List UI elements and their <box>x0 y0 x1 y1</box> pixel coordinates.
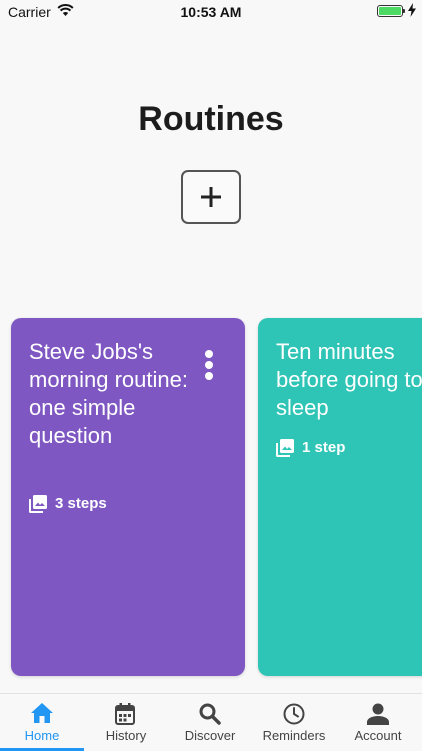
routine-card[interactable]: Ten minutes before going to sleep 1 step <box>258 318 422 676</box>
tab-bar: Home History Discover Reminders Account <box>0 693 422 751</box>
calendar-icon <box>115 703 135 725</box>
add-routine-button[interactable] <box>181 170 241 224</box>
status-time: 10:53 AM <box>180 4 242 20</box>
more-options-icon[interactable] <box>201 350 217 380</box>
search-icon <box>199 703 221 725</box>
person-icon <box>367 703 389 725</box>
home-icon <box>31 703 53 723</box>
charging-bolt-icon <box>408 3 416 17</box>
page-title: Routines <box>138 100 284 138</box>
status-bar: Carrier 10:53 AM <box>0 0 422 24</box>
plus-icon <box>201 187 221 207</box>
photo-library-icon <box>276 439 294 457</box>
tab-label: Discover <box>184 728 236 743</box>
routine-title: Ten minutes before going to sleep <box>276 339 422 420</box>
photo-library-icon <box>29 495 47 513</box>
tab-reminders[interactable]: Reminders <box>252 694 336 751</box>
tab-history[interactable]: History <box>84 694 168 751</box>
tab-label: Account <box>354 728 402 743</box>
tab-label: Reminders <box>262 728 326 743</box>
routine-steps-label: 1 step <box>302 439 346 456</box>
clock-icon <box>283 703 305 725</box>
routine-title: Steve Jobs's morning routine: one simple… <box>29 339 188 448</box>
tab-label: History <box>105 728 147 743</box>
tab-label: Home <box>24 728 60 743</box>
routine-steps-label: 3 steps <box>55 495 107 512</box>
tab-discover[interactable]: Discover <box>168 694 252 751</box>
battery-icon <box>377 5 403 17</box>
tab-home[interactable]: Home <box>0 694 84 751</box>
battery-tip <box>403 9 405 13</box>
tab-account[interactable]: Account <box>336 694 420 751</box>
routine-card[interactable]: Steve Jobs's morning routine: one simple… <box>11 318 245 676</box>
